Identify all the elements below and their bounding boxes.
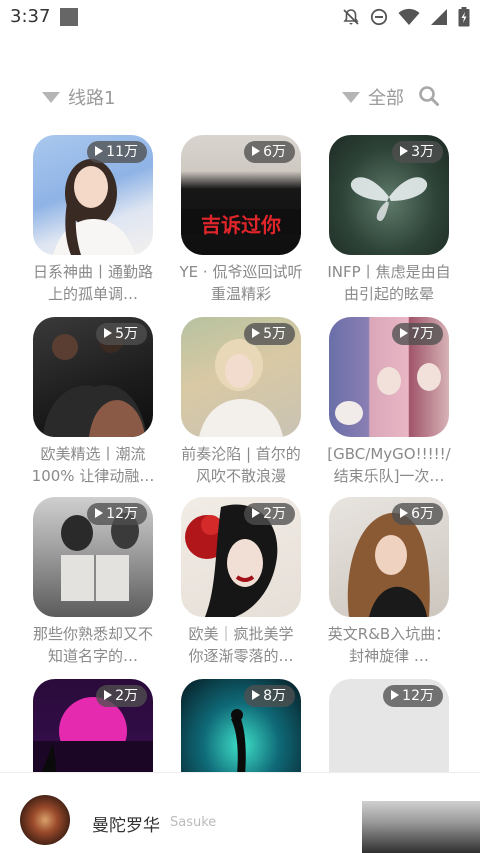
play-count: 12万 <box>106 506 138 522</box>
playlist-cover: 5万 <box>181 317 301 437</box>
play-count-badge: 5万 <box>244 323 295 345</box>
playlist-card[interactable]: 3万 INFP丨焦虑是由自由引起的眩晕 <box>327 135 451 305</box>
wifi-icon <box>398 8 420 25</box>
play-icon <box>400 146 409 156</box>
playlist-cover: 2万 <box>181 497 301 617</box>
play-icon <box>95 146 104 156</box>
dropdown-triangle-icon <box>42 91 60 103</box>
play-count-badge: 8万 <box>244 685 295 707</box>
play-icon <box>95 508 104 518</box>
do-not-disturb-icon <box>370 8 388 26</box>
playlist-title: INFP丨焦虑是由自由引起的眩晕 <box>327 263 451 303</box>
play-icon <box>252 508 261 518</box>
route-selector[interactable]: 线路1 <box>42 84 115 110</box>
battery-charging-icon <box>458 7 470 27</box>
play-count-badge: 2万 <box>96 685 147 707</box>
play-count-badge: 6万 <box>244 141 295 163</box>
svg-text:吉诉过你: 吉诉过你 <box>201 213 281 237</box>
play-count: 8万 <box>263 688 286 704</box>
playlist-cover: 吉诉过你 6万 <box>181 135 301 255</box>
play-count-badge: 11万 <box>87 141 147 163</box>
playlist-cover: 3万 <box>329 135 449 255</box>
play-icon <box>252 690 261 700</box>
playlist-cover: 5万 <box>33 317 153 437</box>
playlist-card[interactable]: 2万 欧美｜疯批美学 你逐渐零落的… <box>181 497 301 667</box>
play-count-badge: 7万 <box>392 323 443 345</box>
playlist-title: 欧美精选丨潮流100% 让律动融… <box>31 445 155 485</box>
playlist-title: 那些你熟悉却又不知道名字的… <box>32 625 153 665</box>
play-count-badge: 5万 <box>96 323 147 345</box>
playlist-cover: 12万 <box>33 497 153 617</box>
playlist-title: 日系神曲丨通勤路上的孤单调… <box>32 263 153 303</box>
play-icon <box>104 328 113 338</box>
route-label: 线路1 <box>68 88 116 109</box>
playlist-title: 英文R&B入坑曲：封神旋律 … <box>327 625 451 665</box>
playlist-card[interactable]: 6万 英文R&B入坑曲：封神旋律 … <box>327 497 451 667</box>
app-notification-icon <box>60 8 78 26</box>
play-count-badge: 12万 <box>383 685 443 707</box>
play-count-badge: 6万 <box>392 503 443 525</box>
play-icon <box>400 508 409 518</box>
play-count: 11万 <box>106 144 138 160</box>
play-count: 7万 <box>411 326 434 342</box>
play-count: 2万 <box>115 688 138 704</box>
player-thumbnail <box>362 801 480 853</box>
playlist-cover: 11万 <box>33 135 153 255</box>
play-count: 5万 <box>263 326 286 342</box>
status-icons <box>342 7 470 27</box>
play-icon <box>252 146 261 156</box>
play-icon <box>391 690 400 700</box>
play-count: 5万 <box>115 326 138 342</box>
play-count: 6万 <box>263 144 286 160</box>
dropdown-triangle-icon <box>342 91 360 103</box>
category-selector[interactable]: 全部 <box>342 84 404 110</box>
play-count: 6万 <box>411 506 434 522</box>
mini-player[interactable]: 曼陀罗华 Sasuke <box>0 772 480 853</box>
playlist-cover: 7万 <box>329 317 449 437</box>
playlist-title: YE · 侃爷巡回试听 重温精彩 <box>179 263 303 303</box>
play-icon <box>252 328 261 338</box>
signal-icon <box>431 9 447 25</box>
playlist-card[interactable]: 5万 欧美精选丨潮流100% 让律动融… <box>31 317 155 487</box>
play-count: 2万 <box>263 506 286 522</box>
playlist-card[interactable]: 11万 日系神曲丨通勤路上的孤单调… <box>33 135 153 305</box>
player-song-title: 曼陀罗华 <box>92 816 160 836</box>
play-icon <box>104 690 113 700</box>
playlist-title: 前奏沦陷 | 首尔的风吹不散浪漫 <box>181 445 301 485</box>
play-icon <box>400 328 409 338</box>
player-cover-art <box>20 795 70 845</box>
playlist-card[interactable]: 5万 前奏沦陷 | 首尔的风吹不散浪漫 <box>181 317 301 487</box>
playlist-card[interactable]: 12万 那些你熟悉却又不知道名字的… <box>33 497 153 667</box>
playlist-card[interactable]: 7万 [GBC/MyGO!!!!!/结束乐队]一次… <box>327 317 451 487</box>
status-bar: 3:37 <box>0 0 480 34</box>
playlist-card[interactable]: 吉诉过你 6万 YE · 侃爷巡回试听 重温精彩 <box>179 135 303 305</box>
search-icon[interactable] <box>418 85 440 107</box>
playlist-title: 欧美｜疯批美学 你逐渐零落的… <box>188 625 294 665</box>
playlist-title: [GBC/MyGO!!!!!/结束乐队]一次… <box>327 445 451 485</box>
filter-bar: 线路1 全部 <box>0 80 480 114</box>
playlist-cover: 6万 <box>329 497 449 617</box>
play-count: 12万 <box>402 688 434 704</box>
status-time: 3:37 <box>10 6 51 27</box>
play-count-badge: 12万 <box>87 503 147 525</box>
play-count: 3万 <box>411 144 434 160</box>
notifications-off-icon <box>343 9 359 25</box>
play-count-badge: 2万 <box>244 503 295 525</box>
category-label: 全部 <box>368 88 404 109</box>
player-artist: Sasuke <box>170 815 217 830</box>
play-count-badge: 3万 <box>392 141 443 163</box>
